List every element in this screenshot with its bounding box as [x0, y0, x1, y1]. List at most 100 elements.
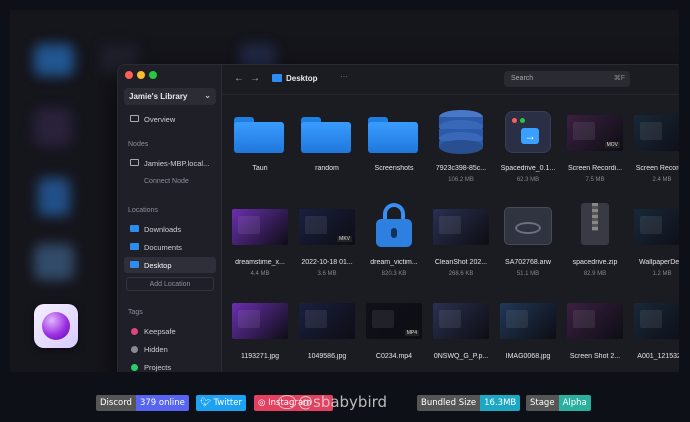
tag-dot-icon: [131, 328, 138, 335]
badge-value: 🐦︎ Twitter: [196, 395, 246, 411]
toolbar: ← → Desktop ··· Search ⌘F: [222, 65, 679, 95]
connect-node-button[interactable]: Connect Node: [144, 178, 189, 185]
file-item[interactable]: 1193271.jpg: [228, 293, 292, 372]
twitter-icon: 🐦︎: [200, 398, 214, 408]
file-item[interactable]: dreamstime_x... 4.4 MB: [228, 199, 292, 281]
sidebar-item-tag-hidden[interactable]: Hidden: [124, 341, 216, 357]
database-icon: [439, 110, 483, 154]
file-item[interactable]: 1049586.jpg: [295, 293, 359, 372]
file-item[interactable]: MOV Screen Recordi... 7.5 MB: [563, 105, 627, 187]
file-item[interactable]: spacedrive.zip 82.9 MB: [563, 199, 627, 281]
sidebar-item-overview[interactable]: Overview: [124, 111, 216, 127]
file-name: A001_121532...: [637, 353, 679, 360]
file-item[interactable]: 7923c398-85c... 106.2 MB: [429, 105, 493, 187]
sidebar-item-label: Hidden: [144, 345, 168, 354]
library-selector[interactable]: Jamie's Library ⌄: [124, 88, 216, 105]
file-name: Spacedrive_0.1...: [500, 165, 556, 172]
sidebar: Jamie's Library ⌄ Overview Nodes Jamies-…: [118, 65, 222, 372]
breadcrumb: Desktop: [272, 74, 318, 83]
file-name: SA702768.arw: [505, 259, 551, 266]
forward-button[interactable]: →: [250, 73, 260, 84]
close-button[interactable]: [125, 71, 133, 79]
file-item[interactable]: Screenshots: [362, 105, 426, 187]
file-name: random: [315, 165, 339, 172]
folder-icon: [34, 44, 74, 76]
file-name: 2022-10-18 01...: [301, 259, 353, 266]
file-size: 2.4 MB: [652, 177, 672, 183]
tag-dot-icon: [131, 364, 138, 371]
spacedrive-app-icon: [34, 304, 78, 348]
stage-badge[interactable]: Stage Alpha: [526, 395, 591, 411]
bundled-size-badge[interactable]: Bundled Size 16.3MB: [417, 395, 521, 411]
file-size: 106.2 MB: [448, 177, 474, 183]
file-name: Screen Recordi...: [567, 165, 623, 172]
sidebar-item-label: Jamies-MBP.local...: [144, 159, 210, 168]
watermark-text: @sbabybird: [298, 393, 388, 411]
folder-icon: [368, 117, 418, 153]
chevron-down-icon: ⌄: [204, 91, 211, 100]
sidebar-item-node[interactable]: Jamies-MBP.local...: [124, 155, 216, 171]
image-thumbnail: [232, 209, 288, 245]
nodes-heading: Nodes: [128, 141, 149, 148]
file-name: 1193271.jpg: [240, 353, 280, 360]
tags-heading: Tags: [128, 309, 143, 316]
file-item[interactable]: MP4 C0234.mp4: [362, 293, 426, 372]
file-size: 62.3 MB: [516, 177, 540, 183]
file-item[interactable]: Screen Record... 2.4 MB: [630, 105, 679, 187]
file-name: Screen Shot 2...: [569, 353, 621, 360]
file-size: 7.5 MB: [585, 177, 605, 183]
file-type-badge: MOV: [604, 142, 620, 148]
file-name: dreamstime_x...: [235, 259, 285, 266]
image-thumbnail: MKV: [299, 209, 355, 245]
badge-key: Discord: [96, 395, 136, 411]
discord-badge[interactable]: Discord 379 online: [96, 395, 189, 411]
image-thumbnail: [299, 303, 355, 339]
sidebar-item-label: Overview: [144, 115, 176, 124]
sidebar-item-label: Documents: [144, 243, 182, 252]
back-button[interactable]: ←: [234, 73, 244, 84]
file-size: 1.2 MB: [652, 271, 672, 277]
app-icon: →: [505, 111, 551, 153]
file-item[interactable]: SA702768.arw 51.1 MB: [496, 199, 560, 281]
sidebar-item-downloads[interactable]: Downloads: [124, 221, 216, 237]
file-item[interactable]: IMAG0068.jpg: [496, 293, 560, 372]
sidebar-item-tag-keepsafe[interactable]: Keepsafe: [124, 323, 216, 339]
sidebar-item-desktop[interactable]: Desktop: [124, 257, 216, 273]
laptop-icon: [130, 159, 139, 166]
maximize-button[interactable]: [149, 71, 157, 79]
explorer-window: Jamie's Library ⌄ Overview Nodes Jamies-…: [117, 64, 679, 372]
file-name: CleanShot 202...: [434, 259, 488, 266]
file-item[interactable]: WallpaperDe... 1.2 MB: [630, 199, 679, 281]
file-type-badge: MKV: [337, 236, 352, 242]
sidebar-item-tag-projects[interactable]: Projects: [124, 359, 216, 372]
file-item[interactable]: Screen Shot 2...: [563, 293, 627, 372]
window-controls: [125, 71, 157, 79]
badge-value: Alpha: [558, 395, 591, 411]
lock-icon: [38, 178, 70, 216]
file-item[interactable]: → Spacedrive_0.1... 62.3 MB: [496, 105, 560, 187]
badge-value: 379 online: [135, 395, 189, 411]
tag-icon: [34, 244, 74, 280]
file-size: 4.4 MB: [250, 271, 270, 277]
more-options-button[interactable]: ···: [340, 72, 348, 81]
file-item[interactable]: MKV 2022-10-18 01... 3.6 MB: [295, 199, 359, 281]
file-name: C0234.mp4: [375, 353, 413, 360]
file-item[interactable]: 0NSWQ_G_P.p...: [429, 293, 493, 372]
folder-icon: [130, 261, 139, 268]
file-name: 7923c398-85c...: [435, 165, 487, 172]
add-location-button[interactable]: Add Location: [126, 277, 214, 291]
file-item[interactable]: A001_121532...: [630, 293, 679, 372]
twitter-badge[interactable]: 🐦︎ Twitter: [196, 395, 246, 411]
sidebar-item-documents[interactable]: Documents: [124, 239, 216, 255]
zip-file-icon: [581, 203, 609, 245]
watermark: @sbabybird: [278, 393, 387, 411]
file-item[interactable]: Tauri: [228, 105, 292, 187]
image-thumbnail: [634, 115, 679, 151]
file-item[interactable]: dream_victim... 820.3 KB: [362, 199, 426, 281]
image-thumbnail: [433, 303, 489, 339]
minimize-button[interactable]: [137, 71, 145, 79]
image-thumbnail: [500, 303, 556, 339]
search-input[interactable]: Search ⌘F: [504, 71, 630, 87]
file-item[interactable]: random: [295, 105, 359, 187]
file-item[interactable]: CleanShot 202... 268.6 KB: [429, 199, 493, 281]
